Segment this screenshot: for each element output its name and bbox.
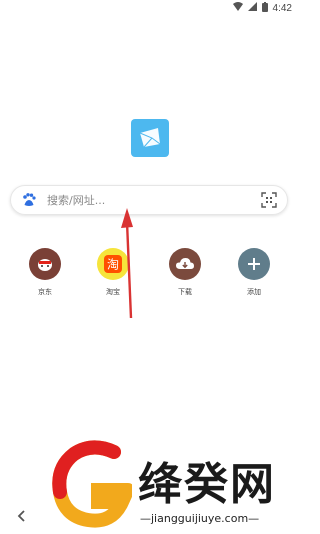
quick-link-label: 淘宝	[106, 288, 120, 296]
watermark-title: 绛癸网	[138, 459, 276, 510]
svg-text:淘: 淘	[107, 258, 119, 272]
app-logo	[131, 119, 169, 157]
quick-link-taobao[interactable]: 淘 淘宝	[89, 248, 137, 297]
quick-link-label: 下载	[178, 288, 192, 296]
status-time: 4:42	[272, 2, 292, 14]
status-bar: 4:42	[0, 0, 300, 16]
battery-icon	[261, 1, 268, 15]
scan-icon[interactable]	[261, 192, 277, 208]
watermark: 绛癸网 —jiangguijiuye.com—	[52, 440, 292, 534]
cloud-download-icon[interactable]	[169, 248, 201, 280]
paper-kite-icon	[139, 128, 161, 148]
quick-link-add[interactable]: 添加	[230, 248, 278, 297]
jd-dog-icon[interactable]	[29, 248, 61, 280]
watermark-logo-icon	[52, 440, 132, 528]
quick-link-download[interactable]: 下载	[161, 248, 209, 297]
wifi-icon	[232, 2, 243, 14]
taobao-icon[interactable]: 淘	[97, 248, 129, 280]
baidu-paw-icon[interactable]	[21, 192, 37, 208]
watermark-url: —jiangguijiuye.com—	[140, 512, 260, 525]
quick-link-label: 京东	[38, 288, 52, 296]
search-bar[interactable]	[10, 185, 288, 215]
back-chevron-icon[interactable]	[14, 508, 30, 524]
search-input[interactable]	[45, 192, 261, 208]
quick-link-jd[interactable]: 京东	[21, 248, 69, 297]
signal-icon	[247, 2, 257, 14]
quick-link-label: 添加	[247, 288, 261, 296]
plus-icon[interactable]	[238, 248, 270, 280]
